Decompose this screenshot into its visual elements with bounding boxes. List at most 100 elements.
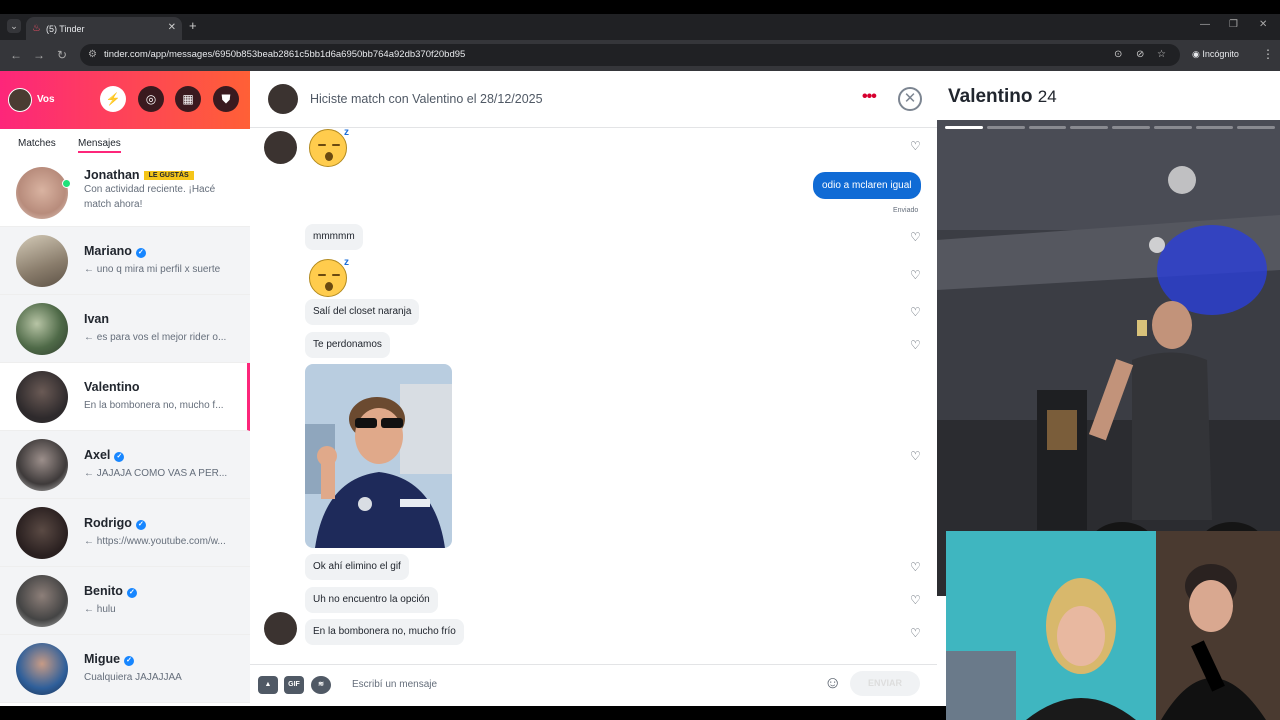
safety-shield-icon[interactable]: ⛊ [213, 86, 239, 112]
my-profile-label[interactable]: Vos [37, 94, 55, 105]
close-chat-icon[interactable]: ✕ [898, 87, 922, 111]
avatar [16, 303, 68, 355]
match-title: Hiciste match con Valentino el 28/12/202… [310, 92, 543, 106]
back-icon[interactable]: ← [10, 48, 22, 62]
profile-name: Valentino 24 [948, 86, 1057, 107]
tab-matches[interactable]: Matches [18, 138, 56, 149]
browser-tabstrip: ⌄ ♨ (5) Tinder ✕ + — ❐ ✕ [0, 14, 1280, 40]
new-tab-icon[interactable]: + [189, 18, 197, 33]
conversation-item[interactable]: Ivan ← es para vos el mejor rider o... [0, 295, 250, 363]
avatar [16, 643, 68, 695]
like-message-icon[interactable]: ♡ [910, 139, 921, 153]
tracking-blocked-icon[interactable]: ⊘ [1136, 49, 1144, 60]
avatar [16, 235, 68, 287]
verified-icon: ✓ [126, 588, 137, 598]
contact-card-icon[interactable]: ▲ [258, 676, 278, 694]
verified-icon: ✓ [135, 520, 146, 530]
sleeping-emoji-icon: z [309, 127, 349, 167]
incoming-message: mmmmm [305, 224, 363, 250]
verified-icon: ✓ [135, 248, 146, 258]
avatar [16, 371, 68, 423]
minimize-icon[interactable]: — [1200, 19, 1210, 30]
forward-icon[interactable]: → [33, 48, 45, 62]
incoming-message: En la bombonera no, mucho frío [305, 619, 464, 645]
work-briefcase-icon[interactable]: ▦ [175, 86, 201, 112]
likes-you-badge: LE GUSTÁS [143, 171, 194, 180]
like-message-icon[interactable]: ♡ [910, 560, 921, 574]
conversation-item[interactable]: Migue ✓ Cualquiera JAJAJJAA [0, 635, 250, 703]
sidebar: Vos ⚡ ◎ ▦ ⛊ Matches Mensajes Jonathan LE … [0, 71, 250, 706]
boost-icon[interactable]: ⚡ [100, 86, 126, 112]
conversation-item[interactable]: Jonathan LE GUSTÁS Con actividad reciente… [0, 159, 250, 227]
more-options-icon[interactable]: ••• [862, 88, 877, 106]
tab-messages[interactable]: Mensajes [78, 138, 121, 153]
avatar [16, 167, 68, 219]
conversation-name: Jonathan LE GUSTÁS [84, 168, 194, 182]
conversation-preview: En la bombonera no, mucho f... [84, 400, 224, 411]
conversation-item[interactable]: Rodrigo ✓ ← https://www.youtube.com/w... [0, 499, 250, 567]
incognito-indicator[interactable]: ◉ Incógnito [1192, 49, 1239, 60]
gif-image[interactable] [305, 364, 452, 548]
browser-menu-icon[interactable]: ⋮ [1262, 47, 1274, 61]
conversation-preview: Con actividad reciente. ¡Hacé match ahor… [84, 184, 216, 210]
url-text: tinder.com/app/messages/6950b853beab2861… [104, 49, 466, 60]
match-avatar[interactable] [268, 84, 298, 114]
sidebar-header: Vos ⚡ ◎ ▦ ⛊ [0, 71, 250, 129]
message-composer: ▲ GIF ≋ Escribí un mensaje ☺ ENVIAR [250, 664, 937, 706]
browser-tab[interactable]: ♨ (5) Tinder ✕ [26, 17, 182, 40]
window-close-icon[interactable]: ✕ [1259, 19, 1267, 30]
gif-image-drawing [305, 364, 452, 548]
like-message-icon[interactable]: ♡ [910, 593, 921, 607]
webcam-overlay [946, 531, 1280, 720]
like-message-icon[interactable]: ♡ [910, 449, 921, 463]
location-icon[interactable]: ⊙ [1114, 49, 1122, 60]
online-indicator [62, 179, 71, 188]
profile-photo[interactable] [937, 120, 1280, 596]
tinder-flame-icon: ♨ [32, 23, 41, 34]
close-tab-icon[interactable]: ✕ [168, 22, 176, 33]
incoming-message: Ok ahí elimino el gif [305, 554, 409, 580]
maximize-icon[interactable]: ❐ [1229, 19, 1238, 30]
os-bottom-strip [0, 706, 946, 720]
like-message-icon[interactable]: ♡ [910, 305, 921, 319]
avatar [16, 439, 68, 491]
chat-panel: Hiciste match con Valentino el 28/12/202… [250, 71, 937, 706]
conversation-name: Ivan [84, 312, 110, 326]
chat-header: Hiciste match con Valentino el 28/12/202… [250, 71, 937, 128]
conversation-name: Valentino [84, 380, 140, 394]
emoji-picker-icon[interactable]: ☺ [824, 673, 841, 693]
verified-icon: ✓ [114, 452, 125, 462]
avatar [16, 575, 68, 627]
send-button[interactable]: ENVIAR [850, 671, 920, 696]
like-message-icon[interactable]: ♡ [910, 626, 921, 640]
conversation-item[interactable]: Mariano ✓ ← uno q mira mi perfil x suerte [0, 227, 250, 295]
sent-status: Enviado [893, 207, 919, 214]
conversation-item-selected[interactable]: Valentino En la bombonera no, mucho f... [0, 363, 250, 431]
my-avatar[interactable] [8, 88, 32, 112]
conversation-preview: ← uno q mira mi perfil x suerte [84, 264, 221, 275]
conversation-item[interactable]: Benito ✓ ← hulu [0, 567, 250, 635]
verified-icon: ✓ [124, 656, 135, 666]
sleeping-emoji-icon: z [309, 257, 349, 297]
spotify-icon[interactable]: ≋ [311, 676, 331, 694]
tab-search-icon[interactable]: ⌄ [7, 19, 21, 33]
conversation-preview: ← hulu [84, 604, 116, 615]
match-avatar [264, 131, 297, 164]
conversation-item[interactable]: Axel ✓ ← JAJAJA COMO VAS A PER... [0, 431, 250, 499]
incoming-message: Salí del closet naranja [305, 299, 420, 325]
message-input[interactable]: Escribí un mensaje [352, 679, 437, 690]
match-avatar [264, 612, 297, 645]
url-field[interactable]: ⚙ tinder.com/app/messages/6950b853beab28… [80, 44, 1180, 66]
bookmark-star-icon[interactable]: ☆ [1157, 49, 1166, 60]
reload-icon[interactable]: ↻ [57, 48, 67, 62]
conversation-preview: ← JAJAJA COMO VAS A PER... [84, 468, 228, 479]
like-message-icon[interactable]: ♡ [910, 230, 921, 244]
explore-icon[interactable]: ◎ [138, 86, 164, 112]
like-message-icon[interactable]: ♡ [910, 268, 921, 282]
gif-button[interactable]: GIF [284, 676, 304, 694]
site-info-icon[interactable]: ⚙ [88, 44, 97, 66]
like-message-icon[interactable]: ♡ [910, 338, 921, 352]
conversation-preview: ← es para vos el mejor rider o... [84, 332, 227, 343]
webcam-drawing [946, 531, 1280, 720]
conversation-preview: Cualquiera JAJAJJAA [84, 672, 182, 683]
